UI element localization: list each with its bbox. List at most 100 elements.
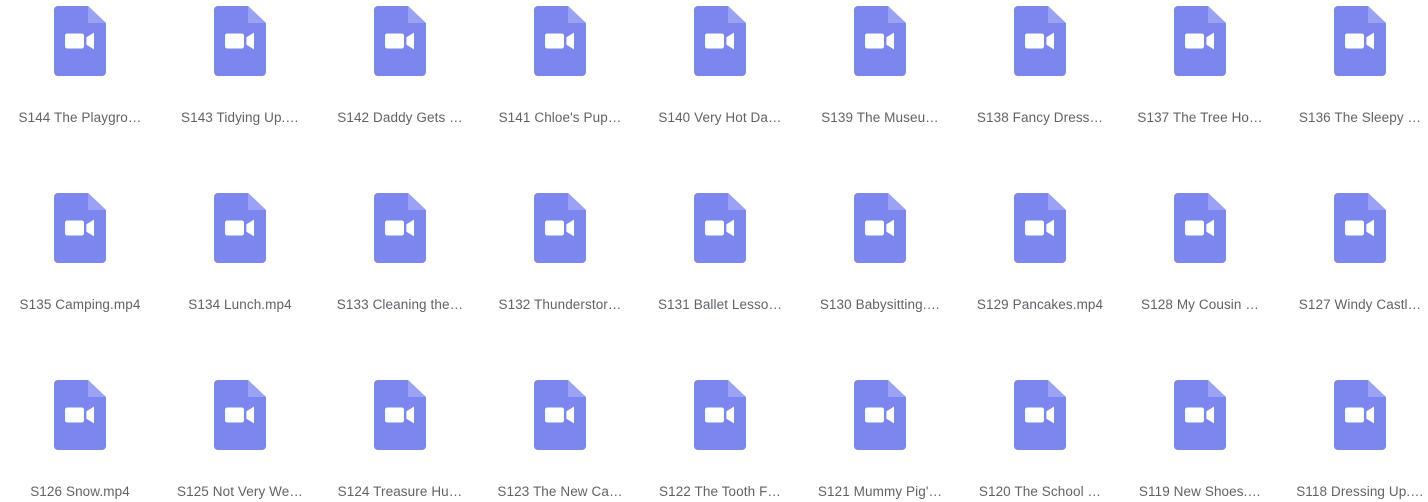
file-card[interactable]: S134 Lunch.mp4 bbox=[160, 161, 320, 348]
video-file-icon bbox=[854, 193, 906, 263]
file-thumbnail[interactable] bbox=[1120, 161, 1280, 273]
file-name-label: S118 Dressing Up.… bbox=[1296, 484, 1424, 499]
file-name-label: S143 Tidying Up.… bbox=[180, 110, 299, 125]
file-card[interactable]: S129 Pancakes.mp4 bbox=[960, 161, 1120, 348]
file-card[interactable]: S131 Ballet Lesso… bbox=[640, 161, 800, 348]
video-file-icon bbox=[1334, 193, 1386, 263]
file-card[interactable]: S133 Cleaning the… bbox=[320, 161, 480, 348]
video-file-icon bbox=[1334, 6, 1386, 76]
video-file-icon bbox=[1174, 6, 1226, 76]
file-name-label: S131 Ballet Lesso… bbox=[657, 297, 783, 312]
file-card[interactable]: S135 Camping.mp4 bbox=[0, 161, 160, 348]
file-name-label: S123 The New Ca… bbox=[497, 484, 623, 499]
file-thumbnail[interactable] bbox=[0, 161, 160, 273]
video-file-icon bbox=[534, 193, 586, 263]
file-card[interactable]: S139 The Museu… bbox=[800, 0, 960, 161]
file-thumbnail[interactable] bbox=[1280, 161, 1428, 273]
file-name-label: S128 My Cousin … bbox=[1141, 297, 1259, 312]
file-card[interactable]: S122 The Tooth F… bbox=[640, 348, 800, 502]
file-thumbnail[interactable] bbox=[480, 348, 640, 460]
file-card[interactable]: S141 Chloe's Pup… bbox=[480, 0, 640, 161]
video-file-icon bbox=[854, 6, 906, 76]
video-file-icon bbox=[1014, 6, 1066, 76]
file-card[interactable]: S128 My Cousin … bbox=[1120, 161, 1280, 348]
file-thumbnail[interactable] bbox=[160, 348, 320, 460]
file-name-label: S141 Chloe's Pup… bbox=[498, 110, 622, 125]
file-name-label: S139 The Museu… bbox=[821, 110, 939, 125]
video-file-icon bbox=[54, 380, 106, 450]
video-file-icon bbox=[854, 380, 906, 450]
file-card[interactable]: S130 Babysitting.… bbox=[800, 161, 960, 348]
file-name-label: S138 Fancy Dress… bbox=[976, 110, 1104, 125]
file-thumbnail[interactable] bbox=[640, 0, 800, 86]
file-thumbnail[interactable] bbox=[960, 0, 1120, 86]
file-thumbnail[interactable] bbox=[480, 161, 640, 273]
video-file-icon bbox=[694, 6, 746, 76]
file-card[interactable]: S123 The New Ca… bbox=[480, 348, 640, 502]
file-thumbnail[interactable] bbox=[800, 161, 960, 273]
file-name-label: S132 Thunderstor… bbox=[498, 297, 622, 312]
video-file-icon bbox=[374, 380, 426, 450]
file-name-label: S134 Lunch.mp4 bbox=[188, 297, 292, 312]
file-grid: S144 The Playgro… S143 Tidying Up.… S142… bbox=[0, 0, 1428, 502]
video-file-icon bbox=[1014, 380, 1066, 450]
file-thumbnail[interactable] bbox=[640, 348, 800, 460]
file-name-label: S124 Treasure Hu… bbox=[337, 484, 463, 499]
file-thumbnail[interactable] bbox=[160, 161, 320, 273]
file-thumbnail[interactable] bbox=[640, 161, 800, 273]
file-name-label: S126 Snow.mp4 bbox=[30, 484, 130, 499]
file-thumbnail[interactable] bbox=[1280, 348, 1428, 460]
file-card[interactable]: S136 The Sleepy … bbox=[1280, 0, 1428, 161]
video-file-icon bbox=[374, 6, 426, 76]
file-name-label: S120 The School … bbox=[978, 484, 1102, 499]
file-card[interactable]: S143 Tidying Up.… bbox=[160, 0, 320, 161]
file-card[interactable]: S118 Dressing Up.… bbox=[1280, 348, 1428, 502]
file-name-label: S129 Pancakes.mp4 bbox=[976, 297, 1104, 312]
file-thumbnail[interactable] bbox=[160, 0, 320, 86]
file-name-label: S130 Babysitting.… bbox=[819, 297, 941, 312]
file-thumbnail[interactable] bbox=[1120, 348, 1280, 460]
file-thumbnail[interactable] bbox=[800, 348, 960, 460]
file-grid-row: S135 Camping.mp4 S134 Lunch.mp4 S133 Cle… bbox=[0, 161, 1428, 348]
file-thumbnail[interactable] bbox=[1120, 0, 1280, 86]
video-file-icon bbox=[374, 193, 426, 263]
file-card[interactable]: S137 The Tree Ho… bbox=[1120, 0, 1280, 161]
file-thumbnail[interactable] bbox=[0, 348, 160, 460]
file-card[interactable]: S120 The School … bbox=[960, 348, 1120, 502]
file-grid-row: S126 Snow.mp4 S125 Not Very We… S124 Tre… bbox=[0, 348, 1428, 502]
video-file-icon bbox=[694, 380, 746, 450]
file-card[interactable]: S126 Snow.mp4 bbox=[0, 348, 160, 502]
file-thumbnail[interactable] bbox=[1280, 0, 1428, 86]
file-thumbnail[interactable] bbox=[0, 0, 160, 86]
file-card[interactable]: S138 Fancy Dress… bbox=[960, 0, 1120, 161]
video-file-icon bbox=[214, 380, 266, 450]
video-file-icon bbox=[54, 6, 106, 76]
file-card[interactable]: S140 Very Hot Da… bbox=[640, 0, 800, 161]
file-thumbnail[interactable] bbox=[320, 0, 480, 86]
video-file-icon bbox=[694, 193, 746, 263]
file-thumbnail[interactable] bbox=[960, 161, 1120, 273]
file-name-label: S122 The Tooth F… bbox=[658, 484, 782, 499]
file-name-label: S136 The Sleepy … bbox=[1298, 110, 1422, 125]
file-card[interactable]: S132 Thunderstor… bbox=[480, 161, 640, 348]
video-file-icon bbox=[1014, 193, 1066, 263]
file-name-label: S125 Not Very We… bbox=[176, 484, 303, 499]
file-name-label: S127 Windy Castl… bbox=[1298, 297, 1422, 312]
file-card[interactable]: S127 Windy Castl… bbox=[1280, 161, 1428, 348]
file-card[interactable]: S125 Not Very We… bbox=[160, 348, 320, 502]
file-thumbnail[interactable] bbox=[480, 0, 640, 86]
file-card[interactable]: S119 New Shoes.… bbox=[1120, 348, 1280, 502]
file-thumbnail[interactable] bbox=[320, 348, 480, 460]
file-thumbnail[interactable] bbox=[320, 161, 480, 273]
video-file-icon bbox=[1174, 193, 1226, 263]
file-card[interactable]: S121 Mummy Pig'… bbox=[800, 348, 960, 502]
file-thumbnail[interactable] bbox=[800, 0, 960, 86]
file-name-label: S144 The Playgro… bbox=[18, 110, 142, 125]
file-thumbnail[interactable] bbox=[960, 348, 1120, 460]
file-card[interactable]: S142 Daddy Gets … bbox=[320, 0, 480, 161]
file-name-label: S121 Mummy Pig'… bbox=[817, 484, 943, 499]
file-card[interactable]: S144 The Playgro… bbox=[0, 0, 160, 161]
file-card[interactable]: S124 Treasure Hu… bbox=[320, 348, 480, 502]
file-grid-row: S144 The Playgro… S143 Tidying Up.… S142… bbox=[0, 0, 1428, 161]
file-name-label: S142 Daddy Gets … bbox=[337, 110, 463, 125]
